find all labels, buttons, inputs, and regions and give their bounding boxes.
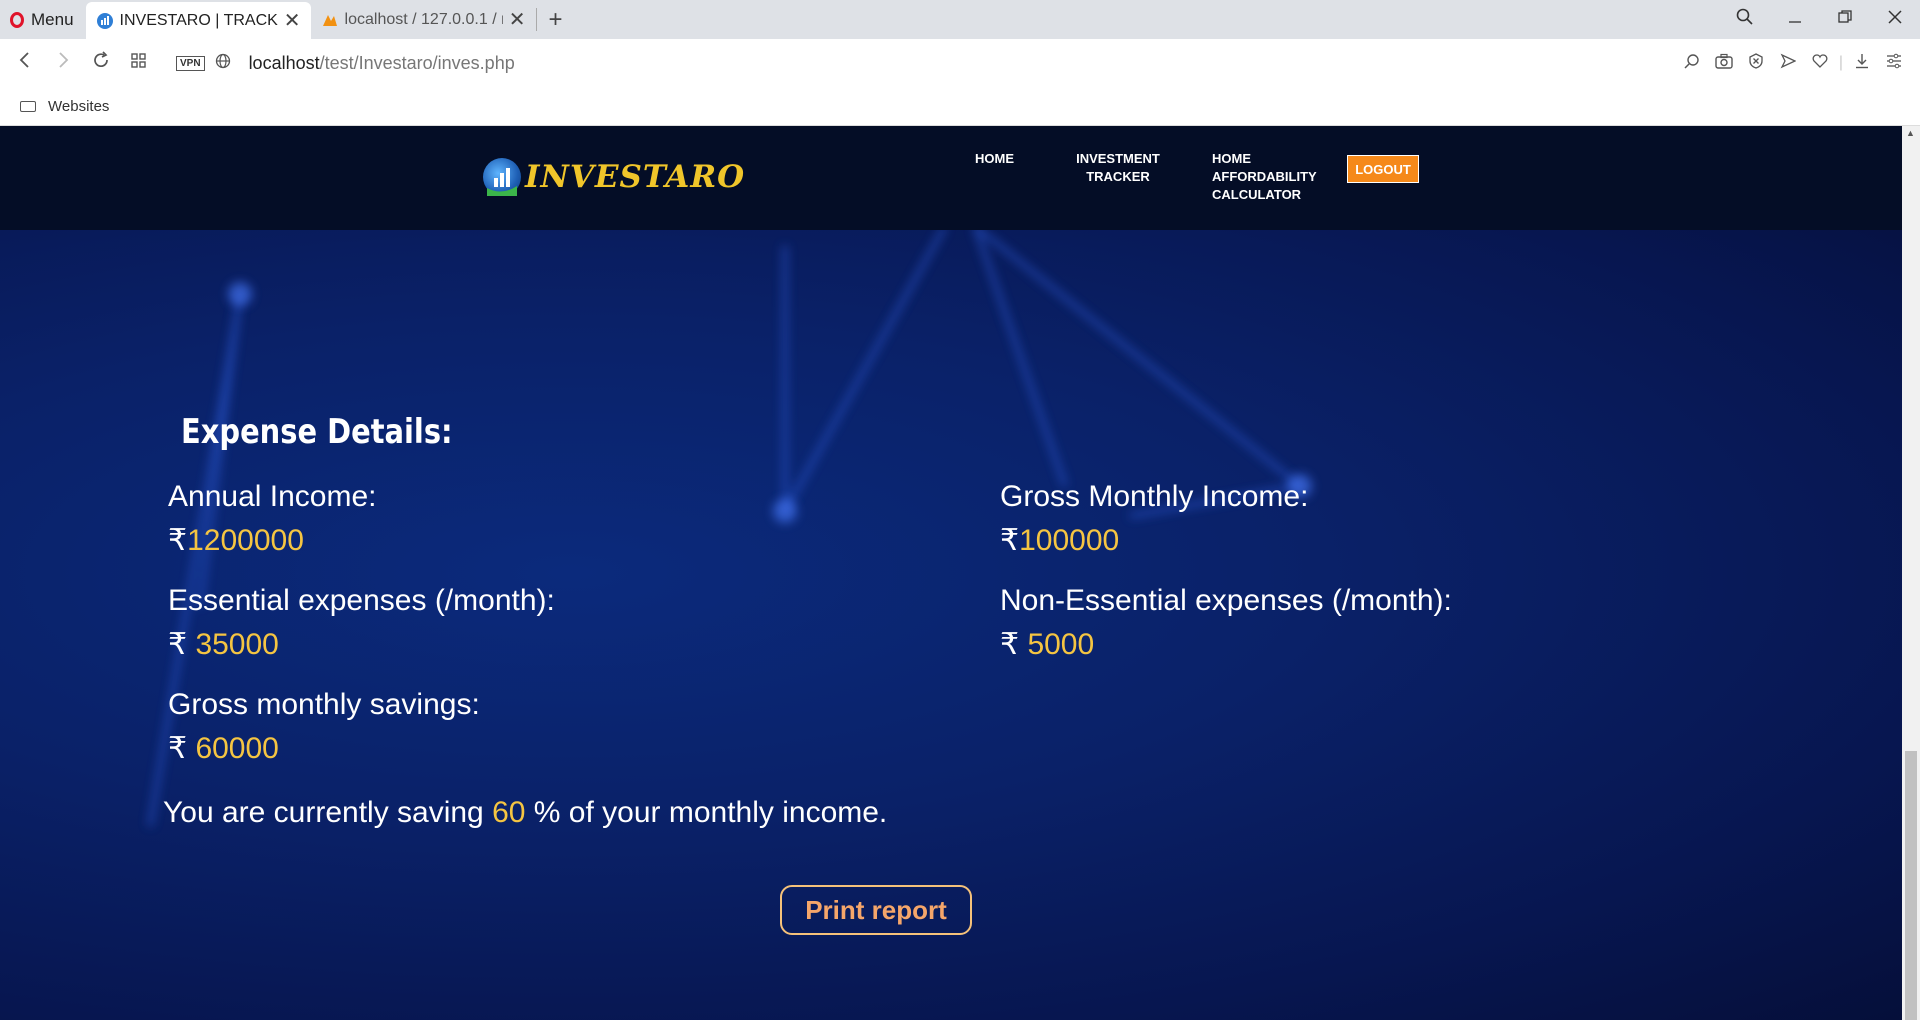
currency-symbol: ₹ — [1000, 524, 1020, 557]
snapshot-icon[interactable] — [1708, 53, 1740, 74]
bookmark-folder-websites[interactable]: Websites — [48, 98, 109, 115]
close-tab-icon[interactable]: ✕ — [284, 8, 301, 33]
gross-monthly-savings-value: ₹ 60000 — [168, 731, 279, 766]
close-tab-icon[interactable]: ✕ — [509, 7, 526, 32]
gross-monthly-income-value: ₹100000 — [1000, 523, 1119, 558]
essential-expenses-label: Essential expenses (/month): — [168, 584, 555, 617]
non-essential-expenses-number: 5000 — [1027, 628, 1095, 661]
essential-expenses-value: ₹ 35000 — [168, 627, 279, 662]
minimize-icon[interactable] — [1770, 8, 1820, 31]
easy-setup-icon[interactable] — [1878, 53, 1910, 74]
reload-icon[interactable] — [82, 51, 120, 75]
annual-income-number: 1200000 — [187, 524, 304, 557]
new-tab-button[interactable]: + — [535, 6, 575, 33]
tab-label: INVESTARO | TRACKER — [119, 11, 278, 29]
heart-icon[interactable] — [1804, 53, 1836, 74]
page-title: Expense Details: — [181, 412, 453, 452]
opera-menu-button[interactable]: Menu — [0, 0, 86, 39]
savings-percent: 60 — [492, 796, 526, 829]
opera-logo-icon — [10, 11, 24, 28]
logo-text: INVESTARO — [525, 159, 746, 195]
browser-tab-strip: Menu INVESTARO | TRACKER ✕ localhost / 1… — [0, 0, 1920, 39]
gross-monthly-income-number: 100000 — [1019, 524, 1120, 557]
bookmarks-bar: Websites — [0, 87, 1920, 126]
back-icon[interactable] — [6, 51, 44, 75]
tab-investaro-tracker[interactable]: INVESTARO | TRACKER ✕ — [85, 2, 311, 39]
non-essential-expenses-label: Non-Essential expenses (/month): — [1000, 584, 1452, 617]
print-report-button[interactable]: Print report — [780, 885, 972, 935]
nav-home-affordability-calculator[interactable]: HOME AFFORDABILITY CALCULATOR — [1212, 150, 1322, 204]
menu-label: Menu — [31, 9, 74, 29]
address-bar-row: VPN localhost/test/Investaro/inves.php | — [0, 39, 1920, 87]
savings-summary: You are currently saving 60 % of your mo… — [163, 796, 887, 830]
currency-symbol: ₹ — [168, 524, 188, 557]
nav-investment-tracker[interactable]: INVESTMENT TRACKER — [1073, 150, 1163, 186]
investaro-logo[interactable]: INVESTARO — [483, 158, 745, 196]
investaro-favicon-icon — [96, 12, 114, 30]
page-scrollbar[interactable]: ▲ — [1902, 126, 1920, 1020]
essential-expenses-number: 35000 — [195, 628, 279, 661]
page-viewport: INVESTARO HOME INVESTMENT TRACKER HOME A… — [0, 126, 1902, 1020]
vpn-badge[interactable]: VPN — [176, 55, 205, 71]
search-page-icon[interactable] — [1676, 53, 1708, 74]
tab-phpmyadmin[interactable]: localhost / 127.0.0.1 / regis ✕ — [311, 0, 536, 39]
globe-logo-icon — [483, 158, 521, 196]
gross-monthly-income-label: Gross Monthly Income: — [1000, 480, 1309, 513]
phpmyadmin-favicon-icon — [321, 11, 339, 29]
scrollbar-thumb[interactable] — [1905, 751, 1917, 1020]
currency-symbol: ₹ — [1000, 628, 1020, 661]
speed-dial-icon[interactable] — [120, 52, 158, 75]
forward-icon[interactable] — [44, 51, 82, 75]
adblock-shield-icon[interactable] — [1740, 52, 1772, 74]
logout-button[interactable]: LOGOUT — [1347, 155, 1419, 183]
restore-icon[interactable] — [1820, 8, 1870, 31]
gross-monthly-savings-label: Gross monthly savings: — [168, 688, 480, 721]
url-field[interactable]: localhost/test/Investaro/inves.php — [249, 53, 515, 74]
url-host: localhost — [248, 52, 320, 73]
nav-home[interactable]: HOME — [975, 150, 1014, 168]
url-path: /test/Investaro/inves.php — [319, 52, 515, 73]
site-header: INVESTARO HOME INVESTMENT TRACKER HOME A… — [0, 126, 1902, 230]
summary-suffix: % of your monthly income. — [525, 796, 888, 829]
annual-income-value: ₹1200000 — [168, 523, 304, 558]
globe-icon — [215, 53, 231, 74]
gross-monthly-savings-number: 60000 — [195, 732, 279, 765]
scroll-up-arrow-icon[interactable]: ▲ — [1906, 128, 1915, 138]
folder-icon — [20, 100, 36, 112]
send-icon[interactable] — [1772, 53, 1804, 74]
close-window-icon[interactable] — [1870, 8, 1920, 31]
address-bar-tools: | — [1676, 39, 1910, 87]
summary-prefix: You are currently saving — [163, 796, 493, 829]
separator: | — [1838, 54, 1844, 71]
annual-income-label: Annual Income: — [168, 480, 377, 513]
search-tabs-icon[interactable] — [1720, 8, 1770, 32]
currency-symbol: ₹ — [168, 732, 188, 765]
currency-symbol: ₹ — [168, 628, 188, 661]
download-icon[interactable] — [1846, 53, 1878, 74]
non-essential-expenses-value: ₹ 5000 — [1000, 627, 1094, 662]
window-controls — [1720, 0, 1920, 39]
tab-label: localhost / 127.0.0.1 / regis — [344, 10, 503, 28]
